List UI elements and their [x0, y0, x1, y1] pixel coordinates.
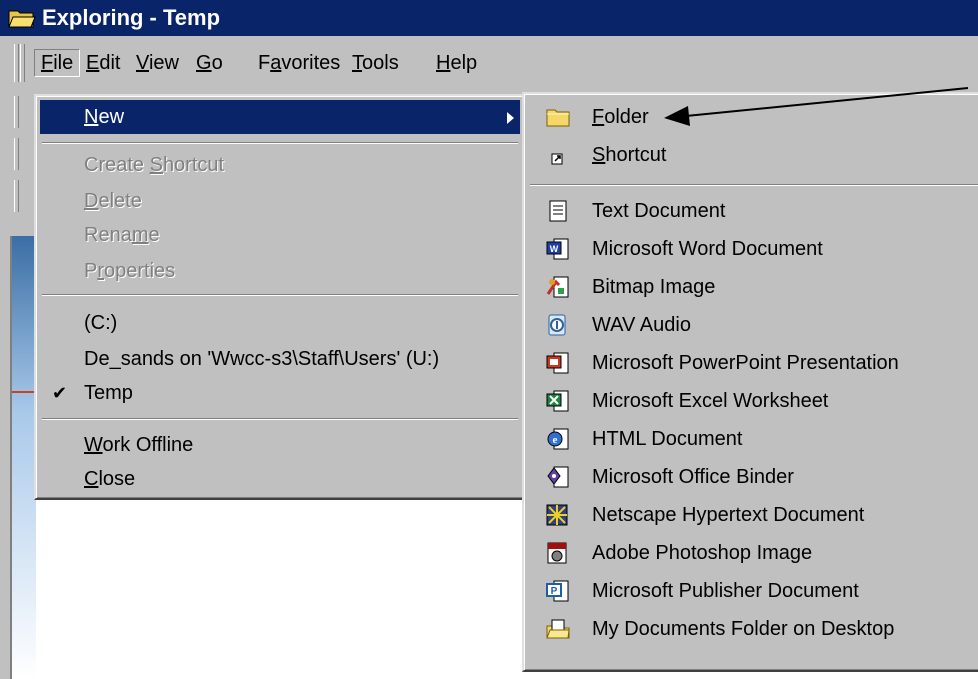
folder-tree-pane[interactable]	[12, 236, 36, 679]
svg-text:W: W	[550, 244, 559, 254]
submenu-arrow-icon	[507, 112, 514, 124]
file-menu-temp[interactable]: ✔ Temp	[40, 376, 520, 410]
new-menu-photoshop-image[interactable]: Adobe Photoshop Image	[528, 534, 978, 572]
new-menu-word-document[interactable]: W Microsoft Word Document	[528, 230, 978, 268]
photoshop-icon	[547, 542, 567, 564]
new-menu-shortcut[interactable]: Shortcut	[528, 136, 978, 174]
folder-icon	[546, 109, 570, 127]
folder-open-icon	[8, 10, 36, 28]
bitmap-image-icon	[546, 276, 569, 298]
checkmark-icon: ✔	[52, 383, 68, 403]
file-menu-rename[interactable]: Rename	[40, 218, 520, 252]
menu-separator	[42, 142, 518, 144]
wav-audio-icon	[548, 314, 566, 336]
powerpoint-icon	[546, 352, 569, 374]
file-menu: New Create Shortcut Delete Rename Proper…	[34, 94, 526, 500]
file-menu-close[interactable]: Close	[40, 462, 520, 496]
file-menu-drive-c[interactable]: (C:)	[40, 306, 520, 340]
file-menu-delete[interactable]: Delete	[40, 184, 520, 218]
menu-separator	[42, 294, 518, 296]
file-menu-properties[interactable]: Properties	[40, 254, 520, 288]
address-grip[interactable]	[14, 138, 19, 170]
toolbar-grip[interactable]	[14, 96, 19, 128]
menu-go[interactable]: Go	[190, 50, 229, 76]
new-menu-html-document[interactable]: e HTML Document	[528, 420, 978, 458]
text-document-icon	[549, 200, 567, 222]
file-menu-new[interactable]: New	[40, 100, 520, 134]
new-menu-wav-audio[interactable]: WAV Audio	[528, 306, 978, 344]
menu-help[interactable]: Help	[430, 50, 483, 76]
new-submenu: Folder Shortcut Text Document W Microsof…	[522, 92, 978, 672]
links-grip[interactable]	[14, 180, 19, 212]
file-menu-work-offline[interactable]: Work Offline	[40, 428, 520, 462]
new-menu-netscape-document[interactable]: Netscape Hypertext Document	[528, 496, 978, 534]
menu-file[interactable]: File	[34, 49, 81, 77]
menu-tools[interactable]: Tools	[346, 50, 405, 76]
new-menu-office-binder[interactable]: Microsoft Office Binder	[528, 458, 978, 496]
excel-icon	[546, 390, 569, 412]
new-menu-excel-worksheet[interactable]: Microsoft Excel Worksheet	[528, 382, 978, 420]
menu-edit[interactable]: Edit	[80, 50, 126, 76]
menu-bar: File Edit View Go Favorites Tools Help	[0, 36, 978, 90]
html-document-icon: e	[547, 428, 569, 450]
decorative-line	[12, 391, 36, 393]
file-menu-create-shortcut[interactable]: Create Shortcut	[40, 148, 520, 182]
menu-favorites[interactable]: Favorites	[252, 50, 346, 76]
menu-separator	[42, 418, 518, 420]
new-menu-folder[interactable]: Folder	[528, 98, 978, 136]
svg-text:P: P	[551, 586, 558, 597]
menubar-grip-2	[20, 44, 25, 82]
menubar-grip[interactable]	[14, 44, 19, 82]
publisher-icon: P	[546, 580, 569, 602]
menu-view[interactable]: View	[130, 50, 185, 76]
svg-text:e: e	[553, 434, 558, 446]
netscape-icon	[546, 504, 568, 526]
menu-separator	[530, 184, 978, 186]
file-menu-drive-u[interactable]: De_sands on 'Wwcc-s3\Staff\Users' (U:)	[40, 342, 520, 376]
new-menu-my-documents-folder[interactable]: My Documents Folder on Desktop	[528, 610, 978, 648]
new-menu-text-document[interactable]: Text Document	[528, 192, 978, 230]
window-title: Exploring - Temp	[42, 5, 221, 30]
shortcut-icon	[551, 153, 563, 165]
new-menu-bitmap-image[interactable]: Bitmap Image	[528, 268, 978, 306]
title-bar[interactable]: Exploring - Temp	[0, 0, 978, 36]
word-document-icon: W	[546, 238, 569, 260]
new-menu-publisher-document[interactable]: P Microsoft Publisher Document	[528, 572, 978, 610]
new-menu-powerpoint-presentation[interactable]: Microsoft PowerPoint Presentation	[528, 344, 978, 382]
my-documents-folder-icon	[546, 619, 570, 639]
office-binder-icon	[547, 466, 569, 488]
